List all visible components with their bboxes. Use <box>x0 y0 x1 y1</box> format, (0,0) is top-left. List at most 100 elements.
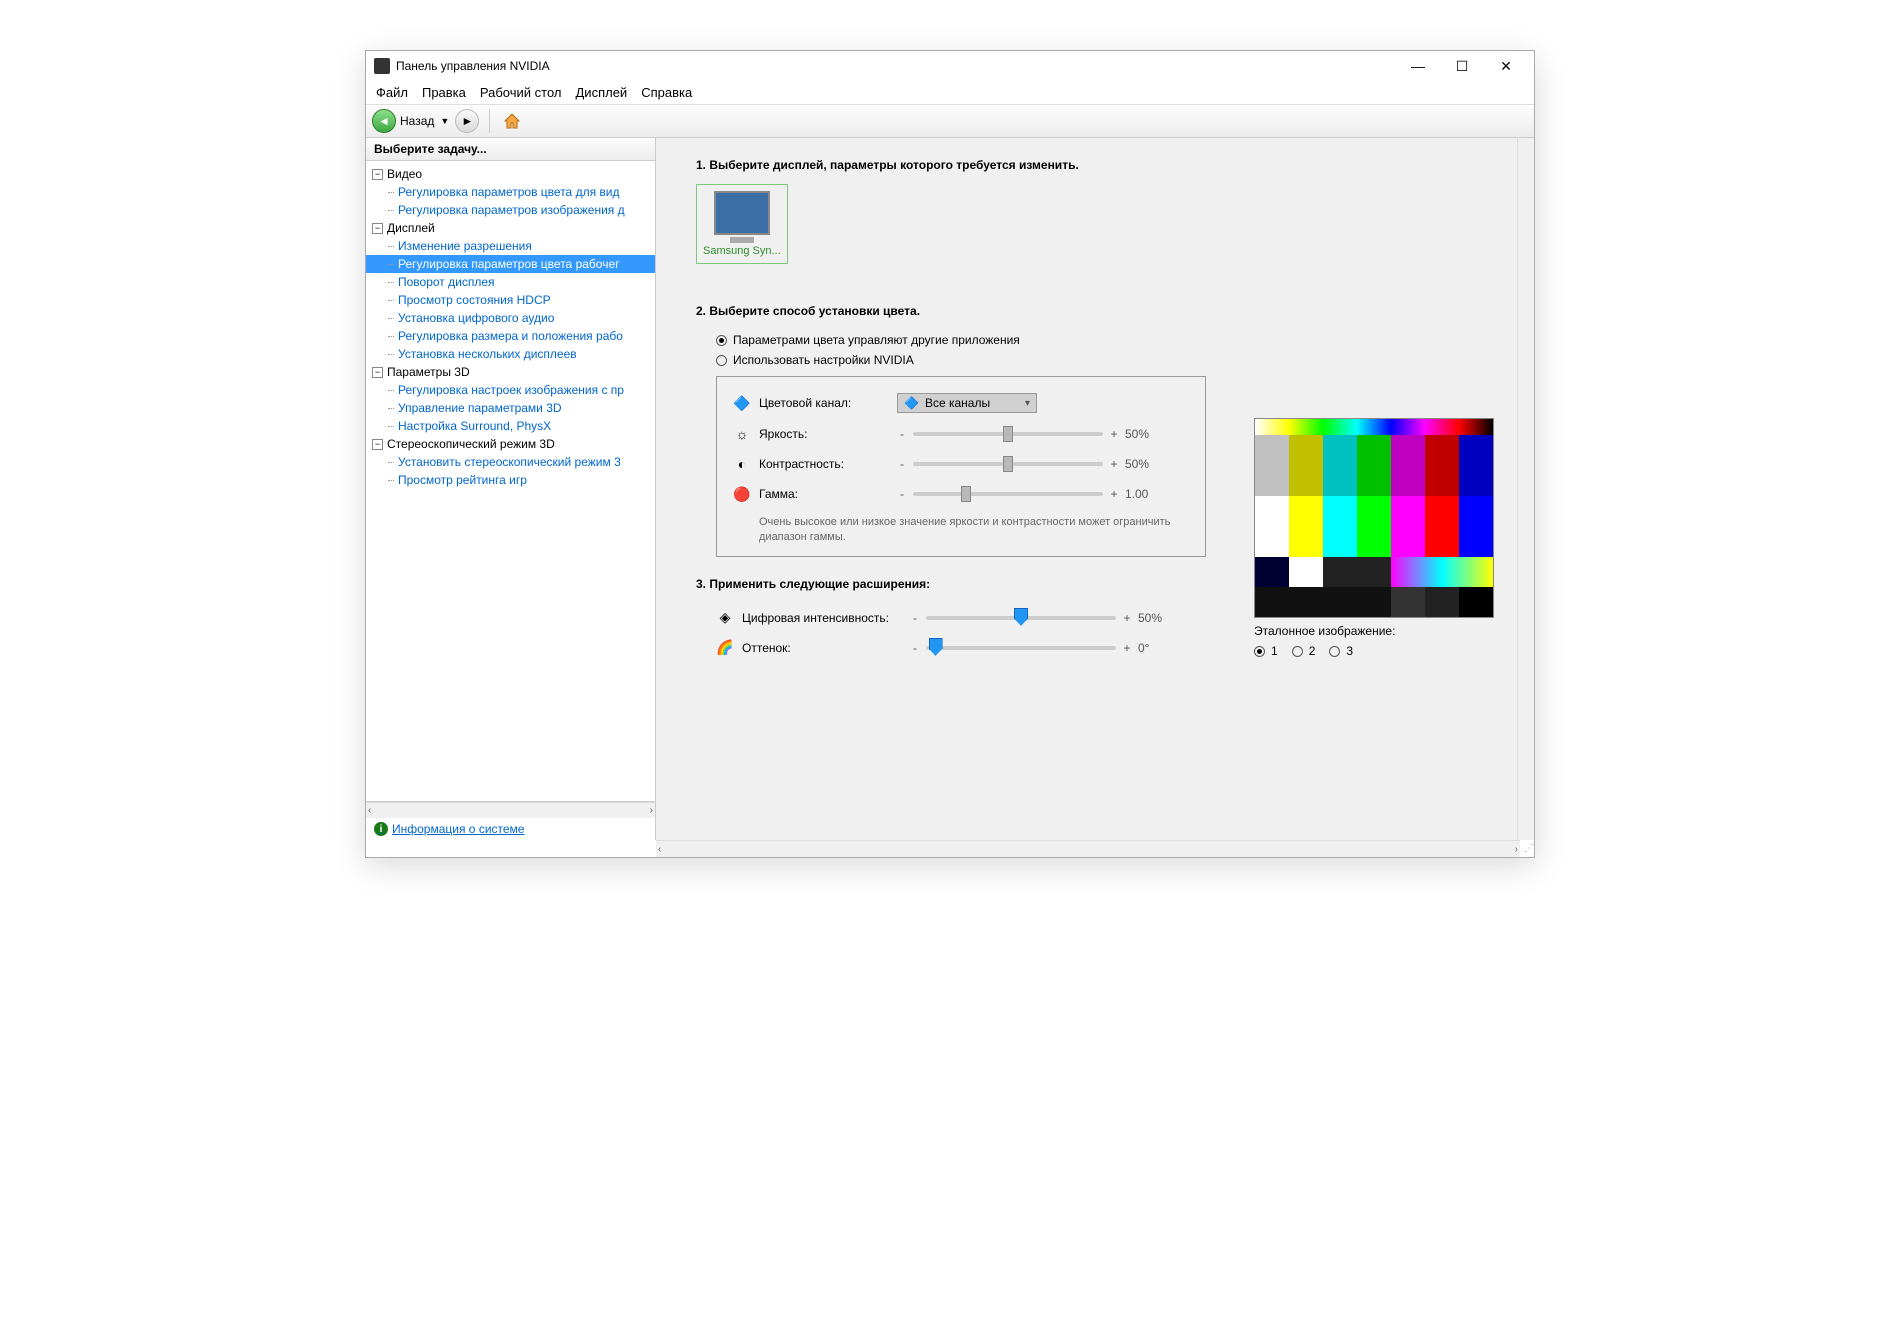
vibrance-slider[interactable] <box>926 616 1116 620</box>
sysinfo-label: Информация о системе <box>392 822 524 836</box>
radio-dot-unselected <box>716 355 727 366</box>
display-thumbnail[interactable]: Samsung Syn... <box>696 184 788 264</box>
channel-dropdown[interactable]: 🔷 Все каналы <box>897 393 1037 413</box>
vibrance-icon: ◈ <box>716 609 734 627</box>
gamma-plus: + <box>1109 487 1119 501</box>
vibrance-label: Цифровая интенсивность: <box>742 611 902 625</box>
forward-button[interactable]: ► <box>455 109 479 133</box>
tree-leaf[interactable]: Управление параметрами 3D <box>366 399 655 417</box>
tree-collapse-icon: − <box>372 439 383 450</box>
task-tree[interactable]: −ВидеоРегулировка параметров цвета для в… <box>366 161 655 802</box>
tree-leaf[interactable]: Регулировка параметров изображения д <box>366 201 655 219</box>
menubar: Файл Правка Рабочий стол Дисплей Справка <box>366 81 1534 104</box>
contrast-label: Контрастность: <box>759 457 889 471</box>
tree-group-Стереоскопический режим 3D[interactable]: −Стереоскопический режим 3D <box>366 435 655 453</box>
vibrance-value: 50% <box>1138 611 1176 625</box>
contrast-slider[interactable] <box>913 462 1103 466</box>
menu-help[interactable]: Справка <box>641 85 692 100</box>
toolbar-separator <box>489 109 490 133</box>
color-settings-panel: 🔷 Цветовой канал: 🔷 Все каналы ☼ Яркость… <box>716 376 1206 557</box>
back-dropdown[interactable]: ▼ <box>438 116 451 126</box>
reference-image <box>1254 418 1494 618</box>
hue-minus: - <box>910 641 920 655</box>
menu-edit[interactable]: Правка <box>422 85 466 100</box>
back-button[interactable]: ◄ <box>372 109 396 133</box>
brightness-minus: - <box>897 427 907 441</box>
system-info-link[interactable]: i Информация о системе <box>366 818 655 840</box>
main-vscroll[interactable] <box>1517 138 1534 840</box>
main-hscroll[interactable]: ‹› <box>656 840 1520 857</box>
tree-leaf[interactable]: Регулировка размера и положения рабо <box>366 327 655 345</box>
hue-slider[interactable] <box>926 646 1116 650</box>
radio-other-label: Параметрами цвета управляют другие прило… <box>733 333 1020 347</box>
brightness-icon: ☼ <box>733 425 751 443</box>
home-button[interactable] <box>500 109 524 133</box>
tree-leaf[interactable]: Регулировка параметров цвета рабочег <box>366 255 655 273</box>
menu-display[interactable]: Дисплей <box>576 85 628 100</box>
main-panel: 1. Выберите дисплей, параметры которого … <box>656 138 1534 840</box>
step1-title: 1. Выберите дисплей, параметры которого … <box>696 158 1494 172</box>
gamma-minus: - <box>897 487 907 501</box>
tree-group-Видео[interactable]: −Видео <box>366 165 655 183</box>
tree-leaf[interactable]: Поворот дисплея <box>366 273 655 291</box>
tree-collapse-icon: − <box>372 169 383 180</box>
tree-leaf[interactable]: Регулировка параметров цвета для вид <box>366 183 655 201</box>
tree-leaf[interactable]: Изменение разрешения <box>366 237 655 255</box>
tree-leaf[interactable]: Просмотр состояния HDCP <box>366 291 655 309</box>
brightness-value: 50% <box>1125 427 1163 441</box>
home-icon <box>502 111 522 131</box>
contrast-value: 50% <box>1125 457 1163 471</box>
radio-nvidia-label: Использовать настройки NVIDIA <box>733 353 914 367</box>
tree-leaf[interactable]: Настройка Surround, PhysX <box>366 417 655 435</box>
maximize-button[interactable]: ☐ <box>1442 54 1482 78</box>
tree-group-Дисплей[interactable]: −Дисплей <box>366 219 655 237</box>
gamma-label: Гамма: <box>759 487 889 501</box>
ref-radio-1[interactable]: 1 <box>1254 644 1278 658</box>
tree-leaf[interactable]: Установка нескольких дисплеев <box>366 345 655 363</box>
minimize-button[interactable]: ― <box>1398 54 1438 78</box>
step2-title: 2. Выберите способ установки цвета. <box>696 304 1494 318</box>
sidebar: Выберите задачу... −ВидеоРегулировка пар… <box>366 138 656 840</box>
ref-radio-2[interactable]: 2 <box>1292 644 1316 658</box>
vibrance-minus: - <box>910 611 920 625</box>
display-label: Samsung Syn... <box>703 245 781 257</box>
hue-icon: 🌈 <box>716 639 734 657</box>
brightness-plus: + <box>1109 427 1119 441</box>
tree-group-Параметры 3D[interactable]: −Параметры 3D <box>366 363 655 381</box>
channel-icon: 🔷 <box>733 394 751 412</box>
back-label[interactable]: Назад <box>400 114 434 128</box>
contrast-plus: + <box>1109 457 1119 471</box>
vibrance-plus: + <box>1122 611 1132 625</box>
tree-leaf[interactable]: Регулировка настроек изображения с пр <box>366 381 655 399</box>
tree-leaf[interactable]: Установка цифрового аудио <box>366 309 655 327</box>
sidebar-hscroll[interactable]: ‹› <box>366 802 655 818</box>
monitor-icon <box>714 191 770 235</box>
app-window: Панель управления NVIDIA ― ☐ ✕ Файл Прав… <box>365 50 1535 858</box>
radio-other-apps[interactable]: Параметрами цвета управляют другие прило… <box>696 330 1494 350</box>
tree-collapse-icon: − <box>372 367 383 378</box>
tree-leaf[interactable]: Установить стереоскопический режим 3 <box>366 453 655 471</box>
close-button[interactable]: ✕ <box>1486 54 1526 78</box>
tree-leaf[interactable]: Просмотр рейтинга игр <box>366 471 655 489</box>
sidebar-header: Выберите задачу... <box>366 138 655 161</box>
toolbar: ◄ Назад ▼ ► <box>366 104 1534 138</box>
gamma-icon: 🔴 <box>733 485 751 503</box>
resize-grip[interactable]: ⋰ <box>1520 843 1534 857</box>
hue-label: Оттенок: <box>742 641 902 655</box>
reference-panel: Эталонное изображение: 1 2 3 <box>1254 418 1494 658</box>
gamma-slider[interactable] <box>913 492 1103 496</box>
brightness-slider[interactable] <box>913 432 1103 436</box>
gamma-value: 1.00 <box>1125 487 1163 501</box>
ref-radio-3[interactable]: 3 <box>1329 644 1353 658</box>
channel-value: Все каналы <box>925 396 990 410</box>
contrast-minus: - <box>897 457 907 471</box>
radio-nvidia[interactable]: Использовать настройки NVIDIA <box>696 350 1494 370</box>
reference-label: Эталонное изображение: <box>1254 624 1494 638</box>
tree-collapse-icon: − <box>372 223 383 234</box>
menu-file[interactable]: Файл <box>376 85 408 100</box>
app-icon <box>374 58 390 74</box>
info-icon: i <box>374 822 388 836</box>
gamma-hint: Очень высокое или низкое значение яркост… <box>733 509 1189 546</box>
menu-desktop[interactable]: Рабочий стол <box>480 85 562 100</box>
contrast-icon: ◐ <box>733 455 751 473</box>
